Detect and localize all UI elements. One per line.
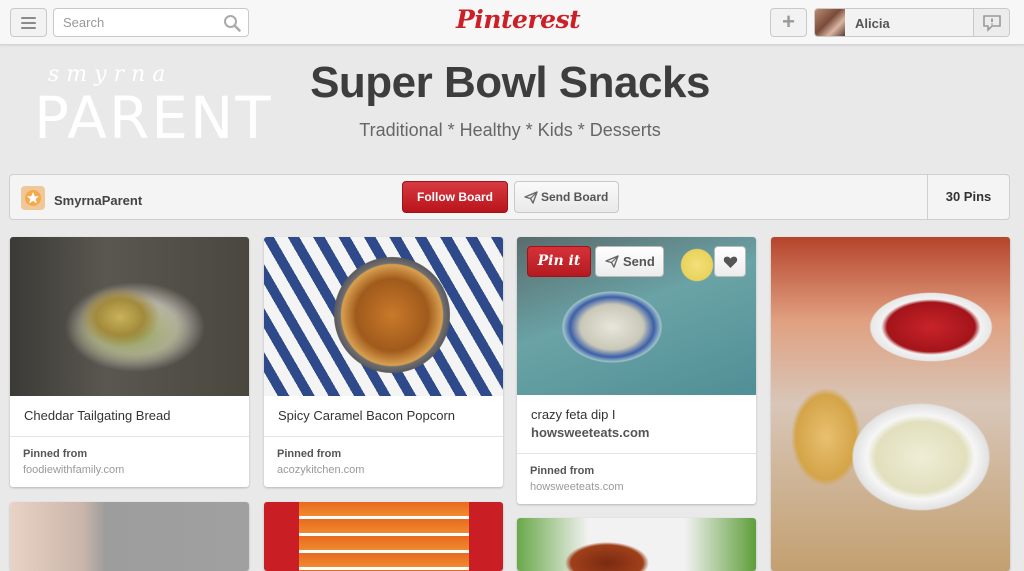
pin-image[interactable]	[771, 237, 1010, 571]
pin-it-button[interactable]: Pin it	[527, 246, 591, 277]
pinterest-logo[interactable]: Pinterest	[456, 5, 581, 34]
board-owner-name[interactable]: SmyrnaParent	[54, 193, 142, 208]
pin-description: crazy feta dip I howsweeteats.com	[531, 406, 650, 442]
pin-source-link[interactable]: howsweeteats.com	[530, 481, 624, 493]
pin-description-link[interactable]: howsweeteats.com	[531, 425, 650, 440]
divider	[264, 436, 503, 437]
pin-description: Cheddar Tailgating Bread	[24, 408, 171, 423]
send-icon	[605, 255, 619, 268]
notifications-button[interactable]	[973, 9, 1009, 36]
menu-icon-line	[21, 21, 36, 24]
pin-send-label: Send	[623, 254, 655, 269]
pin-image[interactable]	[10, 237, 249, 396]
pinned-from-label: Pinned from	[530, 465, 595, 477]
pin-image[interactable]	[517, 518, 756, 571]
menu-icon-line	[21, 26, 36, 29]
add-pin-button[interactable]: +	[770, 8, 807, 37]
menu-icon-line	[21, 16, 36, 19]
board-subtitle: Traditional * Healthy * Kids * Desserts	[359, 120, 661, 140]
menu-button[interactable]	[10, 8, 47, 37]
pin-source-link[interactable]: foodiewithfamily.com	[23, 464, 124, 476]
user-menu[interactable]: Alicia	[814, 8, 1010, 37]
board-action-bar: SmyrnaParent Follow Board Send Board 30 …	[9, 174, 1010, 220]
search-box	[53, 8, 249, 37]
divider	[517, 453, 756, 454]
pin-description: Spicy Caramel Bacon Popcorn	[278, 408, 456, 423]
pin-source-link[interactable]: acozykitchen.com	[277, 464, 364, 476]
owner-star-icon	[25, 190, 41, 206]
search-icon[interactable]	[223, 14, 241, 32]
like-button[interactable]	[714, 246, 746, 277]
pin-image[interactable]	[10, 502, 249, 571]
pinned-from-label: Pinned from	[23, 448, 88, 460]
pins-count[interactable]: 30 Pins	[927, 175, 1009, 219]
avatar[interactable]	[815, 9, 845, 36]
follow-board-button[interactable]: Follow Board	[402, 181, 508, 213]
top-bar: Pinterest + Alicia	[0, 0, 1024, 45]
pin-card[interactable]: Pin it Send crazy feta dip I howsweeteat…	[517, 237, 756, 504]
notification-icon	[983, 15, 1001, 32]
send-board-label: Send Board	[541, 190, 609, 204]
search-input[interactable]	[54, 9, 214, 36]
pin-description-text: crazy feta dip I	[531, 407, 616, 422]
brand-big-text: PARENT	[34, 84, 273, 152]
pinned-from-label: Pinned from	[277, 448, 342, 460]
user-name[interactable]: Alicia	[855, 16, 890, 31]
divider	[10, 436, 249, 437]
board-brand-logo: smyrna PARENT	[34, 62, 271, 158]
send-board-button[interactable]: Send Board	[514, 181, 619, 213]
pin-card[interactable]: Spicy Caramel Bacon Popcorn Pinned from …	[264, 237, 503, 487]
board-title: Super Bowl Snacks	[310, 58, 710, 107]
heart-icon	[723, 256, 738, 268]
pin-card[interactable]	[10, 502, 249, 571]
pin-card[interactable]: Cheddar Tailgating Bread Pinned from foo…	[10, 237, 249, 487]
pin-card[interactable]	[264, 502, 503, 571]
pin-send-button[interactable]: Send	[595, 246, 664, 277]
pin-card[interactable]	[517, 518, 756, 571]
pin-image[interactable]	[264, 237, 503, 396]
pin-image[interactable]	[264, 502, 503, 571]
owner-avatar[interactable]	[21, 186, 45, 210]
send-icon	[524, 191, 538, 204]
pin-card[interactable]	[771, 237, 1010, 571]
